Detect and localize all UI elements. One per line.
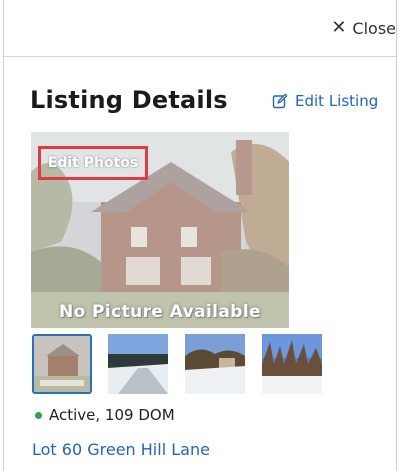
listing-panel: ✕ Close Listing Details Edit Listing Edi… xyxy=(3,0,397,471)
no-picture-label: No Picture Available xyxy=(58,302,261,322)
main-photo[interactable]: Edit Photos No Picture Available xyxy=(31,132,289,328)
edit-photos-button[interactable]: Edit Photos xyxy=(38,146,148,180)
thumbnail-2[interactable] xyxy=(108,334,168,394)
thumbnail-snow-trees-image xyxy=(262,334,322,394)
listing-status: Active, 109 DOM xyxy=(35,406,175,424)
thumbnail-3[interactable] xyxy=(185,334,245,394)
edit-listing-label: Edit Listing xyxy=(295,92,379,110)
close-label: Close xyxy=(352,18,396,38)
thumbnail-1[interactable] xyxy=(32,334,92,394)
edit-listing-link[interactable]: Edit Listing xyxy=(272,92,378,110)
thumbnail-snow-yard-image xyxy=(185,334,245,394)
edit-icon xyxy=(272,93,288,109)
status-text: Active, 109 DOM xyxy=(49,406,175,424)
close-icon: ✕ xyxy=(331,17,347,38)
close-button[interactable]: ✕ Close xyxy=(331,16,396,40)
address-link[interactable]: Lot 60 Green Hill Lane xyxy=(32,440,210,459)
panel-header: ✕ Close xyxy=(4,0,396,57)
thumbnail-4[interactable] xyxy=(262,334,322,394)
page-title: Listing Details xyxy=(30,86,228,114)
status-dot-icon xyxy=(35,411,42,419)
thumbnail-house-image xyxy=(34,336,90,392)
thumbnail-snow-road-image xyxy=(108,334,168,394)
